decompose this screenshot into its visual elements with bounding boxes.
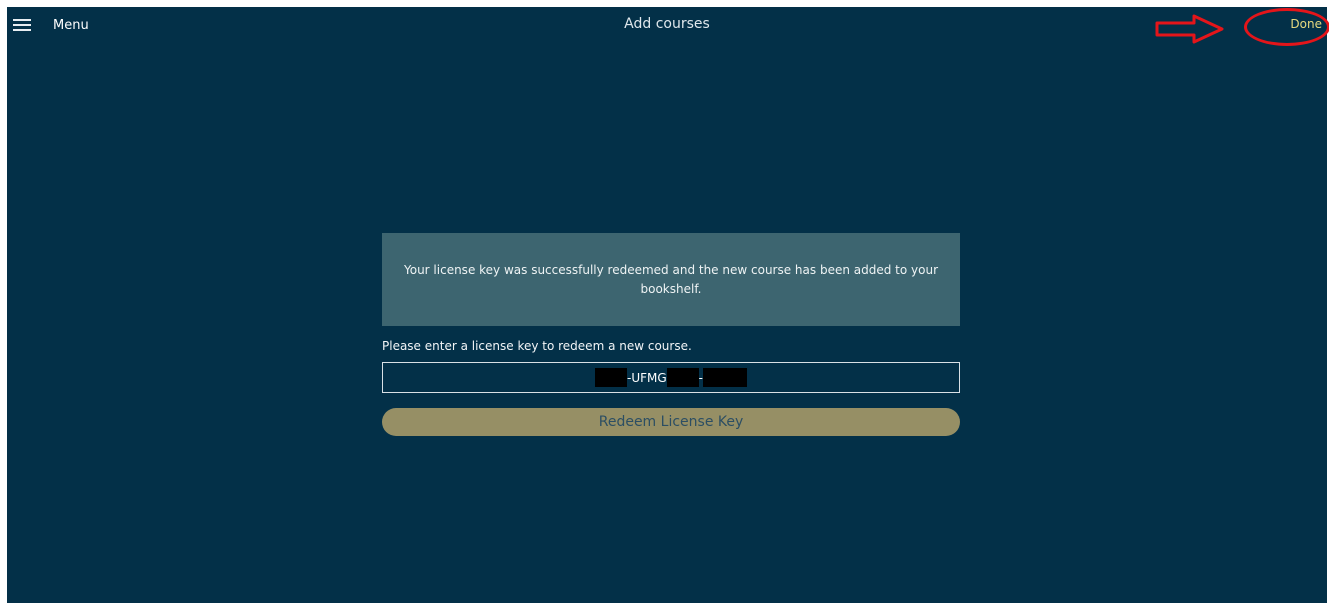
redacted-block	[594, 368, 627, 387]
success-message: Your license key was successfully redeem…	[404, 262, 938, 296]
right-arrow-icon	[1155, 14, 1224, 44]
redacted-block	[666, 368, 699, 387]
page-title: Add courses	[624, 16, 710, 32]
license-prompt: Please enter a license key to redeem a n…	[382, 339, 692, 353]
redeem-license-key-button[interactable]: Redeem License Key	[382, 408, 960, 436]
key-segment: -UFMG	[626, 370, 667, 385]
success-notice: Your license key was successfully redeem…	[382, 233, 960, 326]
top-bar: Menu Add courses Done	[7, 7, 1329, 46]
license-key-input[interactable]: -UFMG -	[382, 362, 960, 393]
app-window: Menu Add courses Done Your license key w…	[7, 7, 1329, 603]
redacted-block	[703, 368, 747, 387]
done-button[interactable]: Done	[1290, 17, 1322, 31]
